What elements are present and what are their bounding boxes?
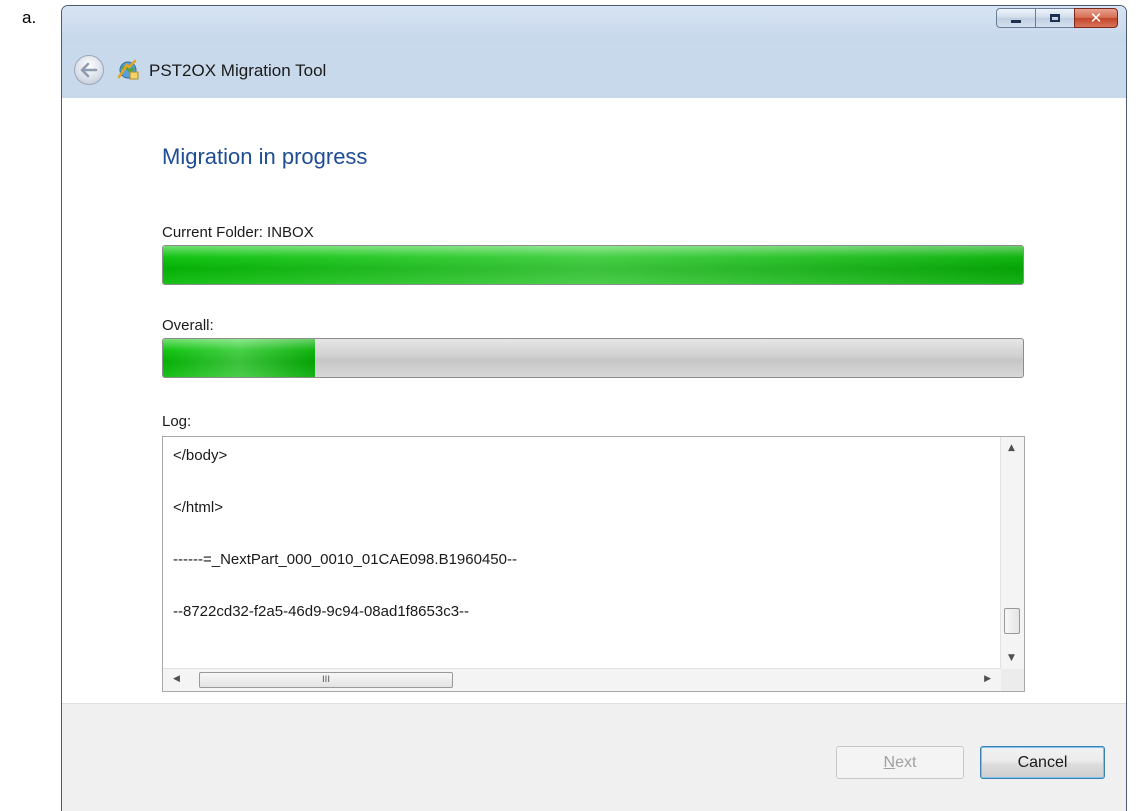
overall-label: Overall: — [162, 317, 214, 334]
scroll-right-icon[interactable]: ▶ — [984, 675, 991, 684]
scroll-grip-icon: III — [322, 674, 330, 685]
document-label: a. — [22, 8, 37, 27]
log-line: </html> — [173, 499, 224, 516]
close-icon: ✕ — [1089, 8, 1103, 27]
title-bar[interactable]: ✕ — [62, 6, 1126, 42]
wizard-footer — [62, 703, 1126, 811]
wizard-window: ✕ PST2OX Migration Tool Migration in pro… — [61, 5, 1127, 811]
next-button-mnemonic: N — [883, 753, 896, 771]
next-button[interactable]: Next — [836, 746, 964, 779]
overall-progress-fill — [163, 339, 316, 377]
next-button-label: ext — [895, 753, 917, 771]
scroll-left-icon[interactable]: ◀ — [173, 675, 180, 684]
log-line: ------=_NextPart_000_0010_01CAE098.B1960… — [173, 551, 517, 568]
caption-buttons: ✕ — [996, 8, 1118, 28]
log-textbox[interactable]: </body> </html> ------=_NextPart_000_001… — [162, 436, 1025, 692]
scroll-up-icon[interactable]: ▲ — [1008, 444, 1015, 453]
close-button[interactable]: ✕ — [1074, 8, 1118, 28]
scroll-down-icon[interactable]: ▼ — [1008, 654, 1015, 663]
wizard-header: PST2OX Migration Tool — [62, 42, 1126, 98]
scrollbar-corner — [1001, 669, 1024, 691]
cancel-button[interactable]: Cancel — [980, 746, 1105, 779]
log-horizontal-scrollbar[interactable]: ◀ III ▶ — [163, 668, 1001, 691]
log-text-area[interactable]: </body> </html> ------=_NextPart_000_001… — [173, 437, 994, 669]
current-folder-label: Current Folder: INBOX — [162, 224, 314, 241]
minimize-button[interactable] — [996, 8, 1036, 28]
log-label: Log: — [162, 413, 192, 430]
log-vertical-scroll-thumb[interactable] — [1004, 608, 1020, 634]
log-vertical-scrollbar[interactable]: ▲ ▼ — [1000, 437, 1024, 669]
maximize-button[interactable] — [1035, 8, 1075, 28]
wizard-content: Migration in progress Current Folder: IN… — [62, 98, 1126, 703]
log-horizontal-scroll-thumb[interactable]: III — [199, 672, 453, 688]
maximize-icon — [1050, 14, 1060, 22]
log-line: --8722cd32-f2a5-46d9-9c94-08ad1f8653c3-- — [173, 603, 470, 620]
app-title: PST2OX Migration Tool — [149, 61, 327, 80]
cancel-button-label: Cancel — [1017, 753, 1068, 771]
log-line: </body> — [173, 447, 228, 464]
overall-progress-bar — [162, 338, 1024, 378]
minimize-icon — [1011, 20, 1021, 23]
current-folder-progress-fill — [163, 246, 1023, 284]
page-heading: Migration in progress — [162, 144, 368, 169]
current-folder-progress-bar — [162, 245, 1024, 285]
back-arrow-icon — [80, 62, 98, 78]
migration-tool-icon — [115, 57, 141, 83]
back-button[interactable] — [74, 55, 104, 85]
